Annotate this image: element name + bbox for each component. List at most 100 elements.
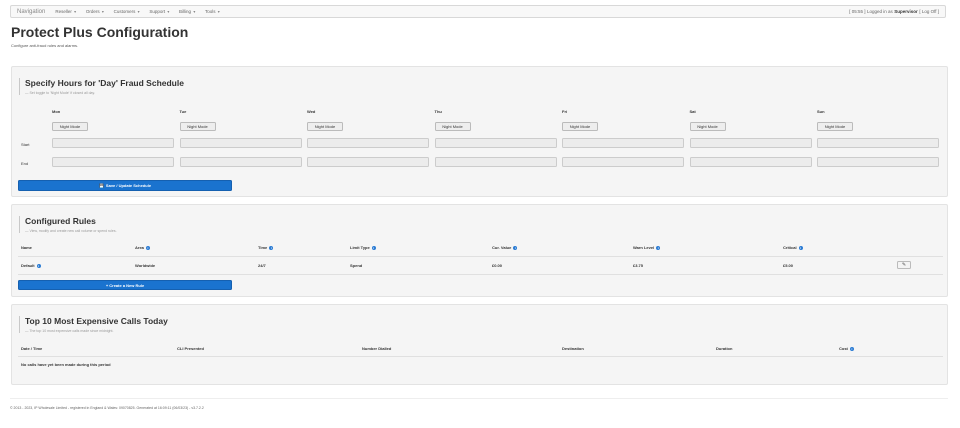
calls-col-number: Number Dialled bbox=[362, 346, 391, 351]
nav-item-label: Orders bbox=[85, 9, 100, 14]
navbar: Navigation Reseller ▼ Orders ▼ Customers ▼ … bbox=[10, 5, 946, 18]
caret-down-icon: ▼ bbox=[192, 9, 197, 14]
start-time-input-sun[interactable] bbox=[817, 138, 939, 148]
night-mode-button-wed[interactable]: Night Mode bbox=[307, 122, 343, 131]
info-icon[interactable]: i bbox=[269, 245, 274, 250]
schedule-subtitle: — Set toggle to 'Night Mode' if closed a… bbox=[25, 91, 95, 95]
end-time-input-tue[interactable] bbox=[179, 157, 302, 167]
night-mode-button-thu[interactable]: Night Mode bbox=[434, 122, 471, 131]
column-label: Number Dialled bbox=[362, 346, 392, 351]
day-label-sat: Sat bbox=[689, 109, 696, 114]
column-label: Warn Level bbox=[633, 245, 655, 250]
end-time-input-sat[interactable] bbox=[689, 157, 812, 167]
rule-warn-level: £3.75 bbox=[633, 263, 644, 268]
rules-title: Configured Rules bbox=[25, 216, 96, 226]
cell-text: Default bbox=[21, 263, 35, 268]
info-icon[interactable]: i bbox=[798, 245, 803, 250]
rules-col-time: Time i bbox=[258, 245, 274, 250]
rule-cur-value: £0.00 bbox=[492, 263, 503, 268]
column-label: Cur. Value bbox=[492, 245, 512, 250]
column-label: Date / Time bbox=[21, 346, 43, 351]
save-schedule-label: Save / Update Schedule bbox=[105, 183, 152, 188]
nav-item-tools[interactable]: Tools ▼ bbox=[205, 9, 220, 14]
rule-critical: £5.00 bbox=[783, 263, 794, 268]
start-time-input-mon[interactable] bbox=[52, 138, 174, 148]
nav-item-label: Tools bbox=[205, 9, 216, 14]
nav-item-label: Support bbox=[149, 9, 166, 14]
calls-col-cli: CLI Presented bbox=[177, 346, 204, 351]
edit-rule-button[interactable]: ✎ bbox=[897, 261, 911, 269]
start-time-input-wed[interactable] bbox=[307, 138, 429, 148]
calls-header-divider bbox=[18, 356, 943, 357]
edit-icon: ✎ bbox=[901, 262, 907, 268]
nav-logged-in-text: Logged in as bbox=[867, 9, 893, 14]
rules-col-cur-value: Cur. Value i bbox=[492, 245, 518, 250]
end-time-input-mon[interactable] bbox=[52, 157, 174, 167]
nav-brand[interactable]: Navigation bbox=[17, 9, 45, 15]
save-schedule-button[interactable]: 💾 Save / Update Schedule bbox=[18, 180, 232, 191]
nav-user-status: [ 05:55 ] Logged in as Supervisor [ Log … bbox=[849, 9, 939, 14]
rules-header-divider bbox=[18, 256, 943, 257]
rule-name: Default i bbox=[21, 263, 41, 268]
calls-col-cost: Cost i bbox=[839, 346, 854, 351]
night-mode-button-mon[interactable]: Night Mode bbox=[52, 122, 88, 131]
info-icon[interactable]: i bbox=[849, 346, 854, 351]
create-rule-button[interactable]: + Create a New Rule bbox=[18, 280, 232, 290]
schedule-title: Specify Hours for 'Day' Fraud Schedule bbox=[25, 78, 184, 88]
night-mode-button-tue[interactable]: Night Mode bbox=[179, 122, 216, 131]
caret-down-icon: ▼ bbox=[217, 9, 221, 14]
rules-col-limit-type: Limit Type i bbox=[350, 245, 376, 250]
end-time-input-fri[interactable] bbox=[562, 157, 684, 167]
start-time-input-thu[interactable] bbox=[434, 138, 557, 148]
end-time-input-wed[interactable] bbox=[307, 157, 429, 167]
calls-col-date-time: Date / Time bbox=[21, 346, 42, 351]
info-icon[interactable]: i bbox=[145, 245, 150, 250]
schedule-panel-header: Specify Hours for 'Day' Fraud Schedule —… bbox=[19, 78, 184, 95]
nav-item-label: Reseller bbox=[55, 9, 72, 14]
info-icon[interactable]: i bbox=[513, 245, 518, 250]
day-label-mon: Mon bbox=[52, 109, 61, 114]
rule-limit-type: Spend bbox=[350, 263, 363, 268]
column-label: Critical bbox=[783, 245, 797, 250]
start-row-label: Start bbox=[21, 142, 30, 147]
nav-item-billing[interactable]: Billing ▼ bbox=[179, 9, 196, 14]
info-icon[interactable]: i bbox=[656, 245, 661, 250]
footer-divider bbox=[10, 398, 948, 399]
column-label: Destination bbox=[562, 346, 584, 351]
rules-col-name: Name bbox=[21, 245, 32, 250]
footer: © 2013 - 2023, IP Wholesale Limited - re… bbox=[10, 406, 204, 410]
calls-panel: Top 10 Most Expensive Calls Today — The … bbox=[11, 304, 948, 385]
start-time-input-fri[interactable] bbox=[562, 138, 684, 148]
rule-area: Worldwide bbox=[135, 263, 156, 268]
night-mode-button-sun[interactable]: Night Mode bbox=[817, 122, 853, 131]
info-icon[interactable]: i bbox=[36, 263, 41, 268]
rules-panel: Configured Rules — View, modify and crea… bbox=[11, 204, 948, 297]
nav-item-customers[interactable]: Customers ▼ bbox=[114, 9, 141, 14]
calls-col-duration: Duration bbox=[716, 346, 732, 351]
day-label-thu: Thu bbox=[434, 109, 442, 114]
nav-item-orders[interactable]: Orders ▼ bbox=[86, 9, 105, 14]
day-label-sun: Sun bbox=[817, 109, 825, 114]
nav-item-reseller[interactable]: Reseller ▼ bbox=[55, 9, 76, 14]
rules-col-warn-level: Warn Level i bbox=[633, 245, 661, 250]
nav-username: Supervisor bbox=[894, 9, 918, 14]
page-subtitle: Configure anti-fraud rules and alarms. bbox=[11, 43, 79, 48]
caret-down-icon: ▼ bbox=[166, 9, 171, 14]
column-label: Cost bbox=[839, 346, 848, 351]
caret-down-icon: ▼ bbox=[73, 9, 77, 14]
calls-panel-header: Top 10 Most Expensive Calls Today — The … bbox=[19, 316, 168, 333]
info-icon[interactable]: i bbox=[371, 245, 376, 250]
night-mode-button-fri[interactable]: Night Mode bbox=[562, 122, 598, 131]
logoff-link[interactable]: [ Log Off ] bbox=[919, 9, 939, 14]
page-title: Protect Plus Configuration bbox=[11, 24, 189, 40]
night-mode-button-sat[interactable]: Night Mode bbox=[689, 122, 726, 131]
end-time-input-sun[interactable] bbox=[817, 157, 939, 167]
nav-clock: [ 05:55 ] bbox=[849, 9, 866, 14]
start-time-input-sat[interactable] bbox=[689, 138, 812, 148]
nav-item-support[interactable]: Support ▼ bbox=[149, 9, 170, 14]
column-label: Name bbox=[21, 245, 32, 250]
end-time-input-thu[interactable] bbox=[434, 157, 557, 167]
caret-down-icon: ▼ bbox=[136, 9, 141, 14]
calls-subtitle: — The top 10 most expensive calls made s… bbox=[25, 329, 114, 333]
start-time-input-tue[interactable] bbox=[179, 138, 302, 148]
